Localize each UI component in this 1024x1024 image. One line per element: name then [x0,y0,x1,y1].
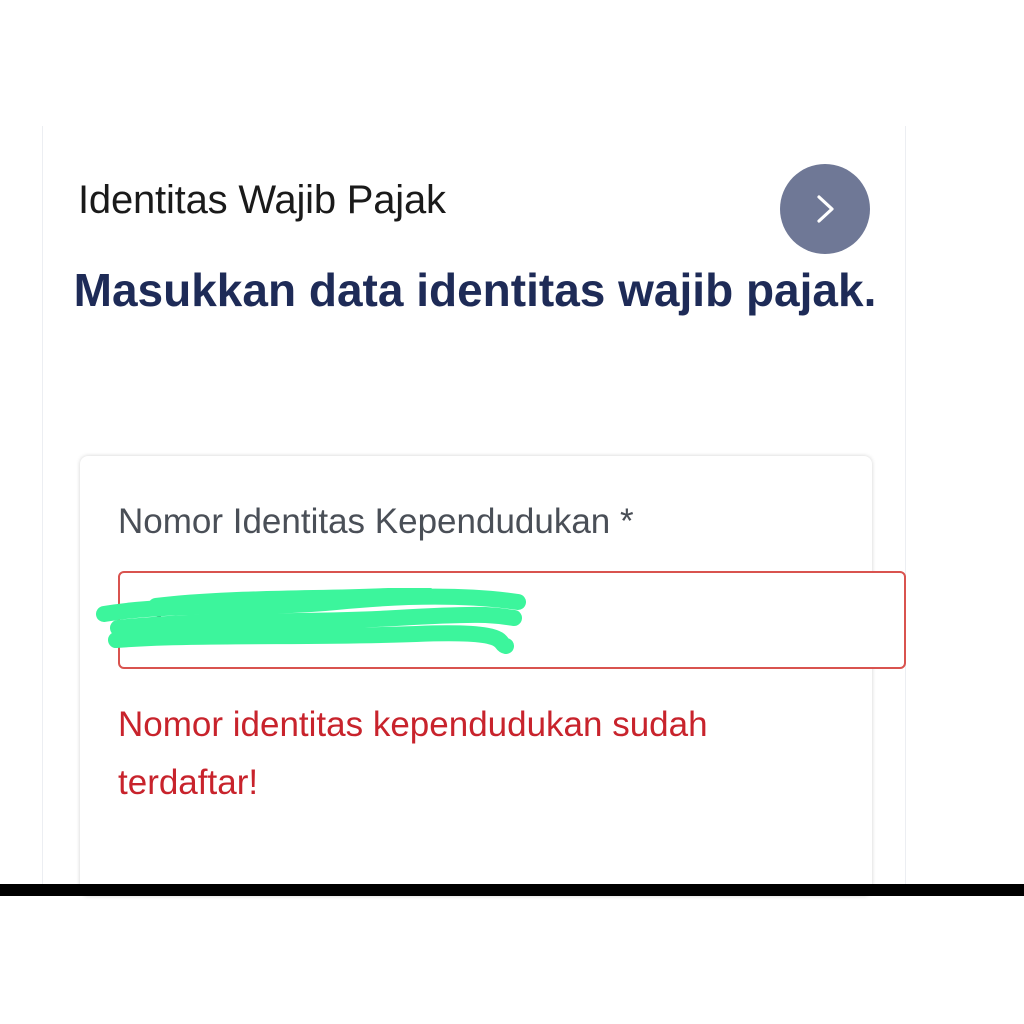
next-button[interactable] [780,164,870,254]
bottom-bar [0,884,1024,896]
screenshot: Identitas Wajib Pajak Masukkan data iden… [0,0,1024,1024]
step-title: Identitas Wajib Pajak [78,178,446,222]
chevron-right-icon [805,189,845,229]
nik-error-message: Nomor identitas kependudukan sudah terda… [118,705,708,802]
page-headline: Masukkan data identitas wajib pajak. [73,264,877,316]
nik-label: Nomor Identitas Kependudukan * [118,502,634,541]
nik-input[interactable] [118,571,906,669]
